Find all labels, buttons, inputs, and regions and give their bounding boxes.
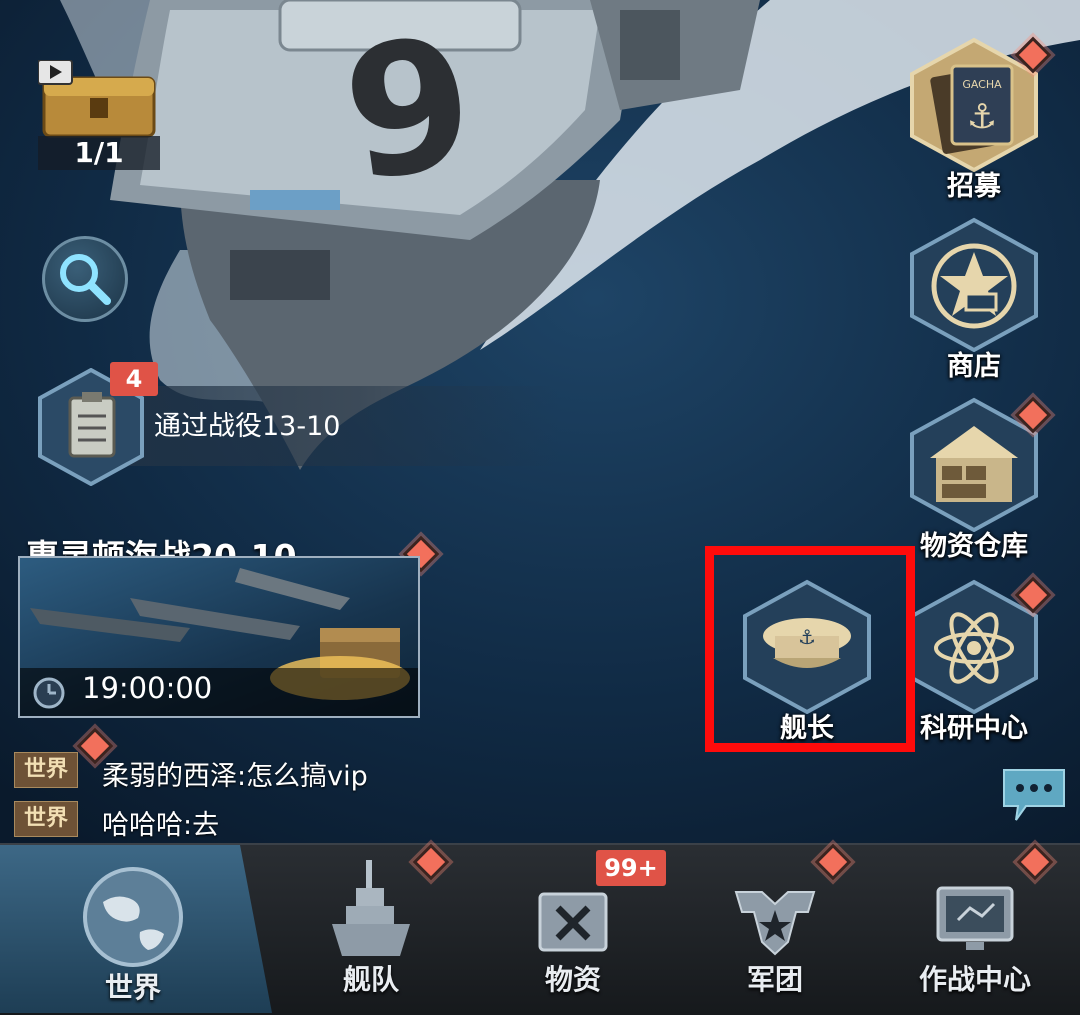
svg-text:⚓: ⚓ xyxy=(967,97,997,137)
chat-bubble-icon[interactable] xyxy=(1002,766,1066,822)
svg-text:GACHA: GACHA xyxy=(962,78,1002,91)
task-count-badge: 4 xyxy=(110,362,158,396)
treasure-chest-icon xyxy=(37,59,156,138)
shop-star-icon xyxy=(910,217,1038,353)
tactical-monitor-icon xyxy=(936,886,1014,950)
globe-icon xyxy=(83,867,183,967)
warship-icon xyxy=(332,860,410,956)
chat-channel-tag: 世界 xyxy=(14,801,78,837)
shop-button[interactable]: 商店 xyxy=(906,216,1042,382)
tab-legion-label: 军团 xyxy=(746,963,803,996)
highlight-box xyxy=(705,546,915,752)
tab-ops-center-label: 作战中心 xyxy=(918,963,1031,996)
shop-label: 商店 xyxy=(947,351,1001,382)
chat-message[interactable]: 柔弱的西泽:怎么搞vip xyxy=(102,754,368,793)
research-label: 科研中心 xyxy=(920,713,1028,744)
event-timer: 19:00:00 xyxy=(82,671,213,705)
warehouse-label: 物资仓库 xyxy=(920,531,1028,562)
chat-message[interactable]: 哈哈哈:去 xyxy=(102,803,219,842)
search-icon xyxy=(60,254,111,305)
event-timer-bar xyxy=(20,668,418,716)
tab-fleet-label: 舰队 xyxy=(342,963,399,996)
treasure-count: 1/1 xyxy=(38,136,160,170)
treasure-chest-button[interactable]: 1/1 xyxy=(37,59,160,172)
tab-supplies-label: 物资 xyxy=(544,963,601,996)
task-text[interactable]: 通过战役13-10 xyxy=(154,404,340,443)
clock-icon xyxy=(33,677,65,709)
chat-channel-tag: 世界 xyxy=(14,752,78,788)
supplies-count-badge: 99+ xyxy=(596,850,666,886)
search-button[interactable] xyxy=(42,236,128,322)
recruit-label: 招募 xyxy=(947,171,1001,202)
legion-emblem-icon xyxy=(734,891,816,956)
supply-crate-icon xyxy=(538,892,608,952)
tab-world-label: 世界 xyxy=(104,971,161,1004)
